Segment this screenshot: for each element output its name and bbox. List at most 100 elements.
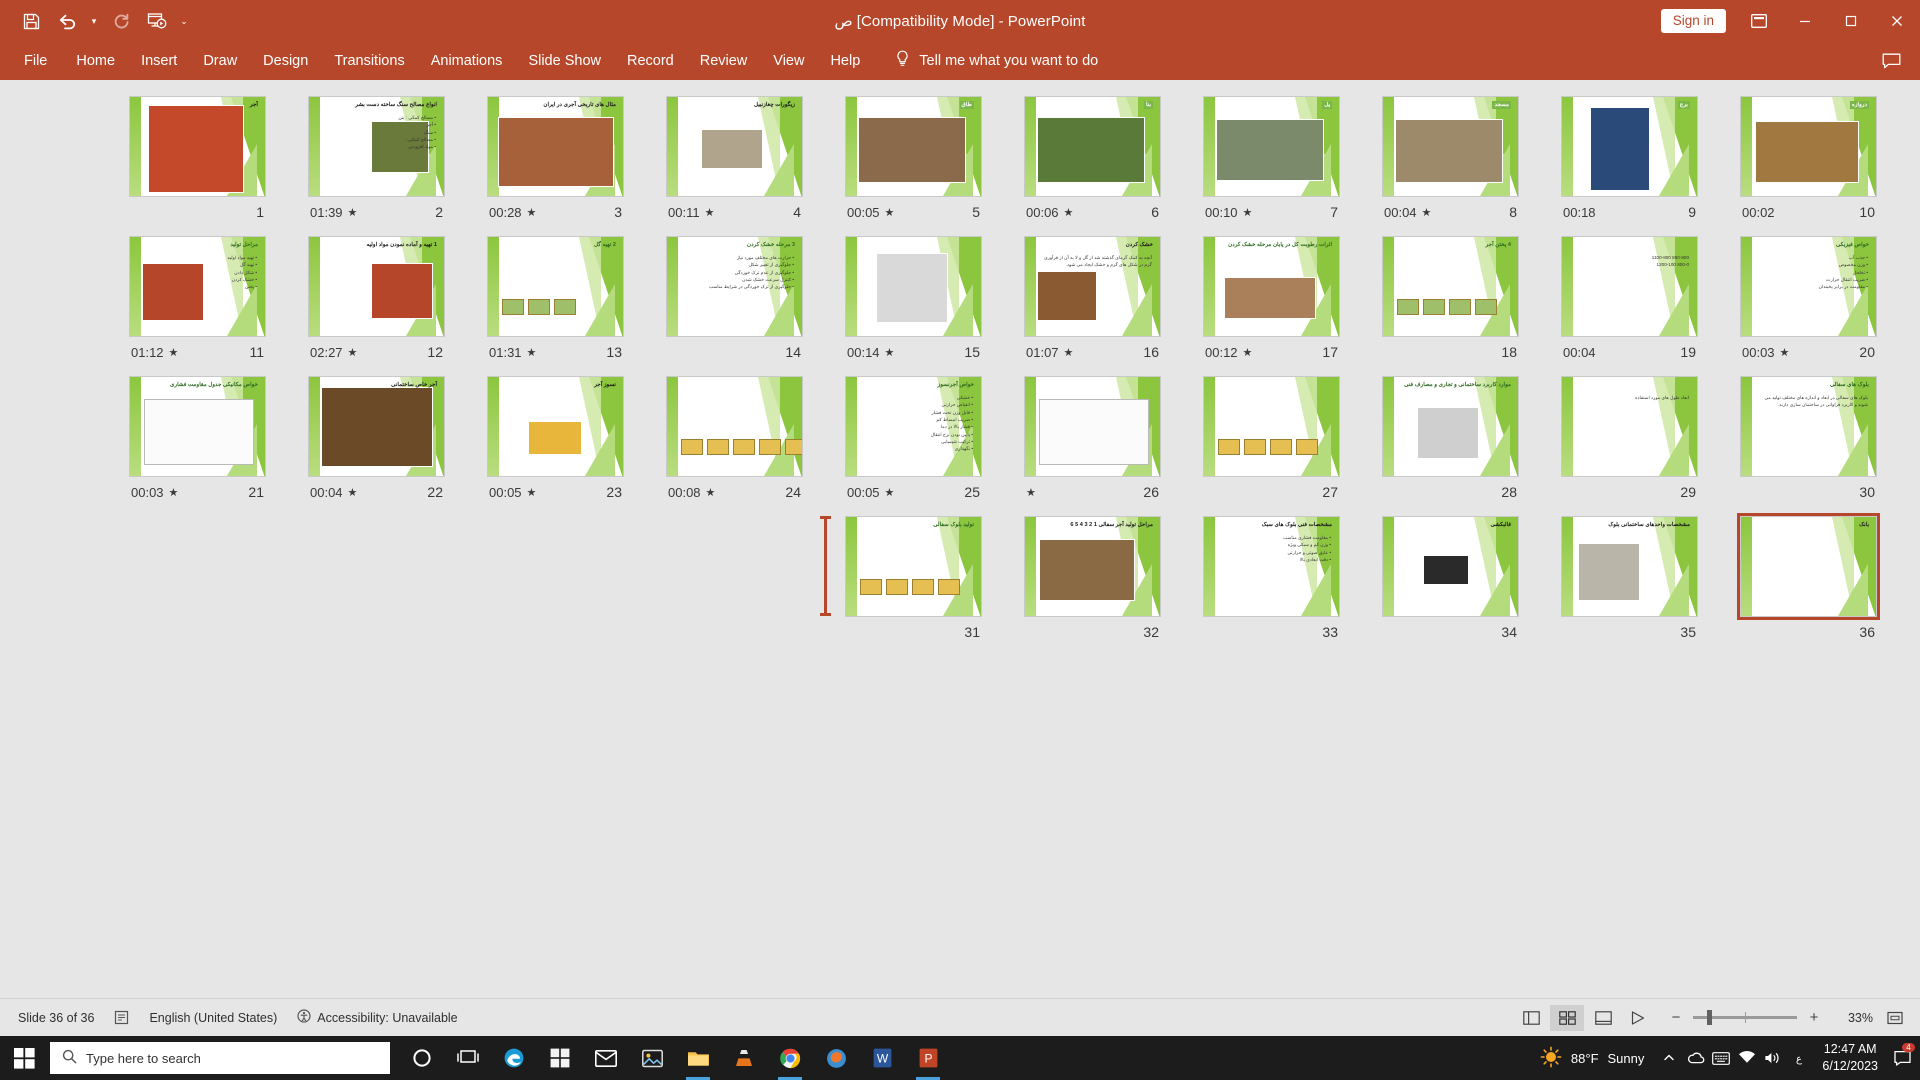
slide-thumbnail[interactable]: 4 پختن آجر — [1382, 236, 1519, 337]
tab-insert[interactable]: Insert — [128, 46, 190, 76]
slide-cell[interactable]: 850-800 1100-800 800-0 1200-100 00:04 19 — [1541, 234, 1718, 360]
notes-icon[interactable] — [104, 1010, 139, 1025]
slide-cell[interactable]: ★ 26 — [1004, 374, 1181, 500]
slide-cell[interactable]: خشک کردن آنچه به کمک گرمای گذشته شد از گل… — [1004, 234, 1181, 360]
slide-cell[interactable]: مثال های تاریخی آجری در ایران 00:28 ★ 3 — [467, 94, 644, 220]
slide-cell[interactable]: طاق 00:05 ★ 5 — [825, 94, 1002, 220]
slide-thumbnail[interactable]: مسجد — [1382, 96, 1519, 197]
slide-indicator[interactable]: Slide 36 of 36 — [8, 1011, 104, 1025]
slide-thumbnail[interactable]: مشخصات واحدهای ساختمانی بلوک — [1561, 516, 1698, 617]
slide-thumbnail[interactable]: مراحل تولید • تهیه مواد اولیه • تهیه گل •… — [129, 236, 266, 337]
network-icon[interactable] — [1734, 1036, 1760, 1080]
slide-thumbnail[interactable]: پل — [1203, 96, 1340, 197]
mail-icon[interactable] — [584, 1036, 628, 1080]
slide-thumbnail[interactable]: 3 مرحله خشک کردن • حرارت های مختلف مورد ن… — [666, 236, 803, 337]
slide-sorter-work-area[interactable]: دروازه 00:02 10 برج 00:18 9 مسجد 00:04 ★ 8 پل 00:10… — [0, 80, 1920, 998]
restore-icon[interactable] — [1828, 0, 1874, 42]
slide-transition-star-icon[interactable]: ★ — [527, 346, 537, 359]
tab-file[interactable]: File — [8, 46, 63, 76]
slide-cell[interactable]: خواص فیزیکی • جذب آب • وزن مخصوص • تخلخل … — [1720, 234, 1897, 360]
volume-icon[interactable] — [1760, 1036, 1786, 1080]
language-indicator[interactable]: ع — [1786, 1036, 1812, 1080]
slide-cell[interactable]: ابعاد طول های مورد استفاده 29 — [1541, 374, 1718, 500]
slide-transition-star-icon[interactable]: ★ — [527, 206, 537, 219]
slide-thumbnail[interactable]: 850-800 1100-800 800-0 1200-100 — [1561, 236, 1698, 337]
slide-cell[interactable]: بانک 36 — [1720, 513, 1897, 640]
slide-cell[interactable]: زیگورات چغازنبیل 00:11 ★ 4 — [646, 94, 823, 220]
slide-cell[interactable]: انواع مصالح سنگ ساخته دست بشر • مصالح کمک… — [288, 94, 465, 220]
redo-icon[interactable] — [104, 6, 138, 36]
search-input[interactable]: Type here to search — [50, 1042, 390, 1074]
slide-cell[interactable]: برج 00:18 9 — [1541, 94, 1718, 220]
slide-thumbnail[interactable]: آجر خاص ساختمانی — [308, 376, 445, 477]
cortana-icon[interactable] — [400, 1036, 444, 1080]
word-icon[interactable]: W — [860, 1036, 904, 1080]
vlc-icon[interactable] — [722, 1036, 766, 1080]
slide-sorter-view-button[interactable] — [1550, 1004, 1584, 1031]
slide-thumbnail[interactable]: خواص مکانیکی جدول مقاومت فشاری — [129, 376, 266, 477]
slide-thumbnail[interactable]: خشک کردن آنچه به کمک گرمای گذشته شد از گل… — [1024, 236, 1161, 337]
keyboard-layout-icon[interactable] — [1708, 1036, 1734, 1080]
sign-in-button[interactable]: Sign in — [1660, 8, 1726, 34]
show-hidden-icons-icon[interactable] — [1656, 1036, 1682, 1080]
slide-transition-star-icon[interactable]: ★ — [348, 346, 358, 359]
slide-cell[interactable]: 3 مرحله خشک کردن • حرارت های مختلف مورد ن… — [646, 234, 823, 360]
slide-thumbnail[interactable]: 2 تهیه گل — [487, 236, 624, 337]
slide-cell[interactable]: مراحل تولید آجر سفالی 1 2 3 4 5 6 32 — [1004, 514, 1181, 640]
slide-cell[interactable]: دروازه 00:02 10 — [1720, 94, 1897, 220]
slide-cell[interactable]: بلوک های سفالی بلوک های سفالی در ابعاد و … — [1720, 374, 1897, 500]
slide-thumbnail[interactable]: موارد کاربرد ساختمانی و تجاری و مصارف فن… — [1382, 376, 1519, 477]
zoom-level-label[interactable]: 33% — [1831, 1011, 1873, 1025]
slide-cell[interactable]: خواص مکانیکی جدول مقاومت فشاری 00:03 ★ 21 — [109, 374, 286, 500]
zoom-control[interactable]: − + 33% — [1668, 1007, 1908, 1029]
close-icon[interactable] — [1874, 0, 1920, 42]
slide-cell[interactable]: 00:14 ★ 15 — [825, 234, 1002, 360]
slide-thumbnail[interactable]: بانک — [1737, 513, 1880, 620]
slide-cell[interactable]: 4 پختن آجر 18 — [1362, 234, 1539, 360]
slide-thumbnail[interactable]: اثرات رطوبت کل در پایان مرحله خشک کردن — [1203, 236, 1340, 337]
slide-transition-star-icon[interactable]: ★ — [169, 346, 179, 359]
firefox-icon[interactable] — [814, 1036, 858, 1080]
slide-thumbnail[interactable]: آجر — [129, 96, 266, 197]
slide-transition-star-icon[interactable]: ★ — [348, 206, 358, 219]
photos-icon[interactable] — [630, 1036, 674, 1080]
slide-cell[interactable]: 1 تهیه و آماده نمودن مواد اولیه 02:27 ★ 12 — [288, 234, 465, 360]
edge-icon[interactable] — [492, 1036, 536, 1080]
microsoft-store-icon[interactable] — [538, 1036, 582, 1080]
slide-thumbnail[interactable]: مراحل تولید آجر سفالی 1 2 3 4 5 6 — [1024, 516, 1161, 617]
slide-cell[interactable]: مشخصات واحدهای ساختمانی بلوک 35 — [1541, 514, 1718, 640]
slide-thumbnail[interactable]: مثال های تاریخی آجری در ایران — [487, 96, 624, 197]
comments-icon[interactable] — [1874, 44, 1908, 78]
slide-thumbnail[interactable]: مشخصات فنی بلوک های سبک • مقاومت فشاری من… — [1203, 516, 1340, 617]
slide-cell[interactable]: آجر خاص ساختمانی 00:04 ★ 22 — [288, 374, 465, 500]
slide-cell[interactable]: پل 00:10 ★ 7 — [1183, 94, 1360, 220]
slide-thumbnail[interactable]: طاق — [845, 96, 982, 197]
slide-transition-star-icon[interactable]: ★ — [706, 486, 716, 499]
slide-cell[interactable]: مراحل تولید • تهیه مواد اولیه • تهیه گل •… — [109, 234, 286, 360]
tab-design[interactable]: Design — [250, 46, 321, 76]
tab-slide-show[interactable]: Slide Show — [515, 46, 614, 76]
slide-cell[interactable]: قالبکشی 34 — [1362, 514, 1539, 640]
tab-home[interactable]: Home — [63, 46, 128, 76]
tab-help[interactable]: Help — [817, 46, 873, 76]
slide-thumbnail[interactable]: دروازه — [1740, 96, 1877, 197]
slide-thumbnail[interactable]: خواص آجرنسوز • خشکی • انقباض حرارتی • قاب… — [845, 376, 982, 477]
slide-thumbnail[interactable]: بنا — [1024, 96, 1161, 197]
slide-cell[interactable]: مشخصات فنی بلوک های سبک • مقاومت فشاری من… — [1183, 514, 1360, 640]
slide-thumbnail[interactable] — [666, 376, 803, 477]
slide-transition-star-icon[interactable]: ★ — [885, 346, 895, 359]
slide-transition-star-icon[interactable]: ★ — [885, 206, 895, 219]
windows-start-icon[interactable] — [0, 1036, 48, 1080]
taskbar-clock[interactable]: 12:47 AM 6/12/2023 — [1812, 1041, 1888, 1075]
undo-icon[interactable] — [50, 6, 84, 36]
slide-cell[interactable]: 27 — [1183, 374, 1360, 500]
zoom-out-button[interactable]: − — [1668, 1008, 1684, 1028]
tab-review[interactable]: Review — [687, 46, 761, 76]
slide-thumbnail[interactable] — [1024, 376, 1161, 477]
slide-thumbnail[interactable]: تولید بلوک سفالی — [845, 516, 982, 617]
slide-thumbnail[interactable]: ابعاد طول های مورد استفاده — [1561, 376, 1698, 477]
customize-qat-icon[interactable]: ⌄ — [176, 6, 192, 36]
normal-view-button[interactable] — [1514, 1005, 1548, 1031]
ribbon-display-options-icon[interactable] — [1736, 0, 1782, 42]
slide-thumbnail[interactable] — [845, 236, 982, 337]
